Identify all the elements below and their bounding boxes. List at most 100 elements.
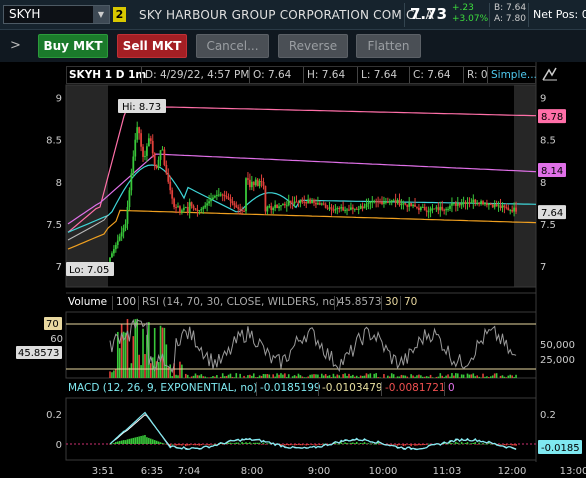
macd-hist-bar — [472, 442, 475, 444]
macd-hist-bar — [116, 441, 119, 444]
volume-bar — [150, 363, 152, 378]
volume-bar — [503, 376, 506, 378]
macd-hist-bar — [287, 444, 290, 446]
macd-hist-bar — [464, 443, 467, 444]
volume-bar — [115, 368, 117, 378]
macd-hist-bar — [373, 443, 376, 445]
candle-body — [285, 205, 288, 207]
macd-hist-bar — [237, 442, 240, 444]
volume-bar — [509, 374, 512, 378]
candle-body — [289, 200, 292, 203]
volume-bar — [239, 373, 241, 378]
macd-hist-bar — [142, 435, 144, 444]
price-axis-right-tick: 8.5 — [540, 136, 556, 147]
macd-hist-bar — [313, 444, 315, 445]
volume-bar — [307, 376, 309, 378]
macd-hist-bar — [175, 444, 177, 446]
volume-bar — [342, 374, 344, 378]
candle-body — [307, 199, 310, 204]
volume-bar — [423, 376, 426, 378]
candle-body — [377, 201, 380, 203]
macd-hist-bar — [484, 443, 486, 445]
time-axis-tick: 10:00 — [369, 466, 398, 477]
macd-hist-bar — [338, 443, 341, 445]
candle-body — [301, 199, 304, 202]
macd-hist-bar — [354, 443, 356, 444]
macd-hist-bar — [122, 440, 125, 444]
macd-hist-bar — [262, 442, 265, 444]
macd-hist-bar — [260, 444, 263, 445]
candle-body — [433, 208, 436, 210]
volume-bar — [140, 365, 142, 378]
price-axis-left-tick: 7 — [56, 262, 62, 273]
macd-hist-bar — [375, 443, 377, 445]
candle-body — [404, 203, 407, 205]
candle-body — [140, 133, 142, 147]
session-low-label: Lo: 7.05 — [66, 262, 114, 276]
rsi-axis-tick: 60 — [50, 334, 63, 345]
volume-bar — [348, 373, 350, 378]
macd-hist-bar — [462, 443, 465, 445]
candle-body — [247, 178, 249, 180]
macd-hist-bar — [289, 444, 292, 446]
divider — [487, 67, 488, 83]
divider — [138, 296, 139, 310]
volume-bar — [447, 374, 449, 378]
candle-body — [515, 207, 517, 212]
macd-hist-bar — [155, 440, 158, 444]
divider — [141, 67, 142, 83]
candle-body — [180, 210, 183, 212]
candle-body — [223, 194, 226, 196]
candle-body — [507, 207, 510, 211]
macd-hist-bar — [235, 442, 238, 444]
macd-hist-bar — [153, 440, 156, 444]
volume-bar — [144, 354, 146, 378]
time-axis-tick: 9:00 — [308, 466, 330, 477]
macd-hist-bar — [184, 444, 187, 447]
candle-body — [464, 202, 467, 204]
candle-body — [120, 232, 123, 237]
time-axis-tick: 7:04 — [178, 466, 200, 477]
candle-body — [175, 207, 177, 209]
volume-bar — [282, 374, 284, 378]
price-axis-right-tick: 7 — [540, 262, 546, 273]
candle-body — [151, 140, 154, 154]
volume-axis-tick: 50,000 — [540, 340, 575, 351]
volume-bar — [221, 373, 224, 378]
volume-bar — [425, 376, 428, 378]
volume-bar — [284, 373, 286, 378]
volume-bar — [344, 373, 346, 378]
macd-hist-bar — [282, 444, 284, 445]
candle-body — [114, 244, 117, 250]
volume-bar — [299, 375, 302, 378]
candle-body — [375, 201, 378, 203]
candle-body — [458, 203, 461, 206]
rsi-value-badge-text: 45.8573 — [18, 348, 59, 359]
candle-body — [472, 199, 475, 203]
candle-body — [353, 208, 356, 210]
volume-bar — [235, 373, 238, 378]
candle-body — [268, 206, 271, 208]
volume-bar — [113, 370, 115, 378]
macd-hist-bar — [425, 444, 428, 445]
macd-hist-bar — [291, 444, 294, 445]
candle-body — [194, 208, 197, 210]
volume-bar — [208, 377, 210, 378]
macd-hist-bar — [398, 444, 401, 445]
macd-hist-bar — [206, 444, 208, 445]
volume-bar — [214, 376, 216, 378]
macd-hist-bar — [130, 438, 133, 444]
candle-body — [320, 203, 323, 205]
candle-body — [138, 127, 141, 134]
candle-body — [462, 202, 465, 204]
candle-body — [394, 200, 397, 204]
macd-hist-bar — [297, 444, 300, 445]
volume-bar — [305, 377, 308, 378]
candle-body — [451, 203, 453, 206]
candle-body — [311, 200, 313, 204]
candle-body — [351, 207, 354, 210]
studies-link[interactable]: Simple... — [491, 69, 537, 81]
candle-body — [447, 208, 449, 210]
time-axis-tick: 12:00 — [498, 466, 527, 477]
macd-hist-bar — [488, 442, 490, 444]
